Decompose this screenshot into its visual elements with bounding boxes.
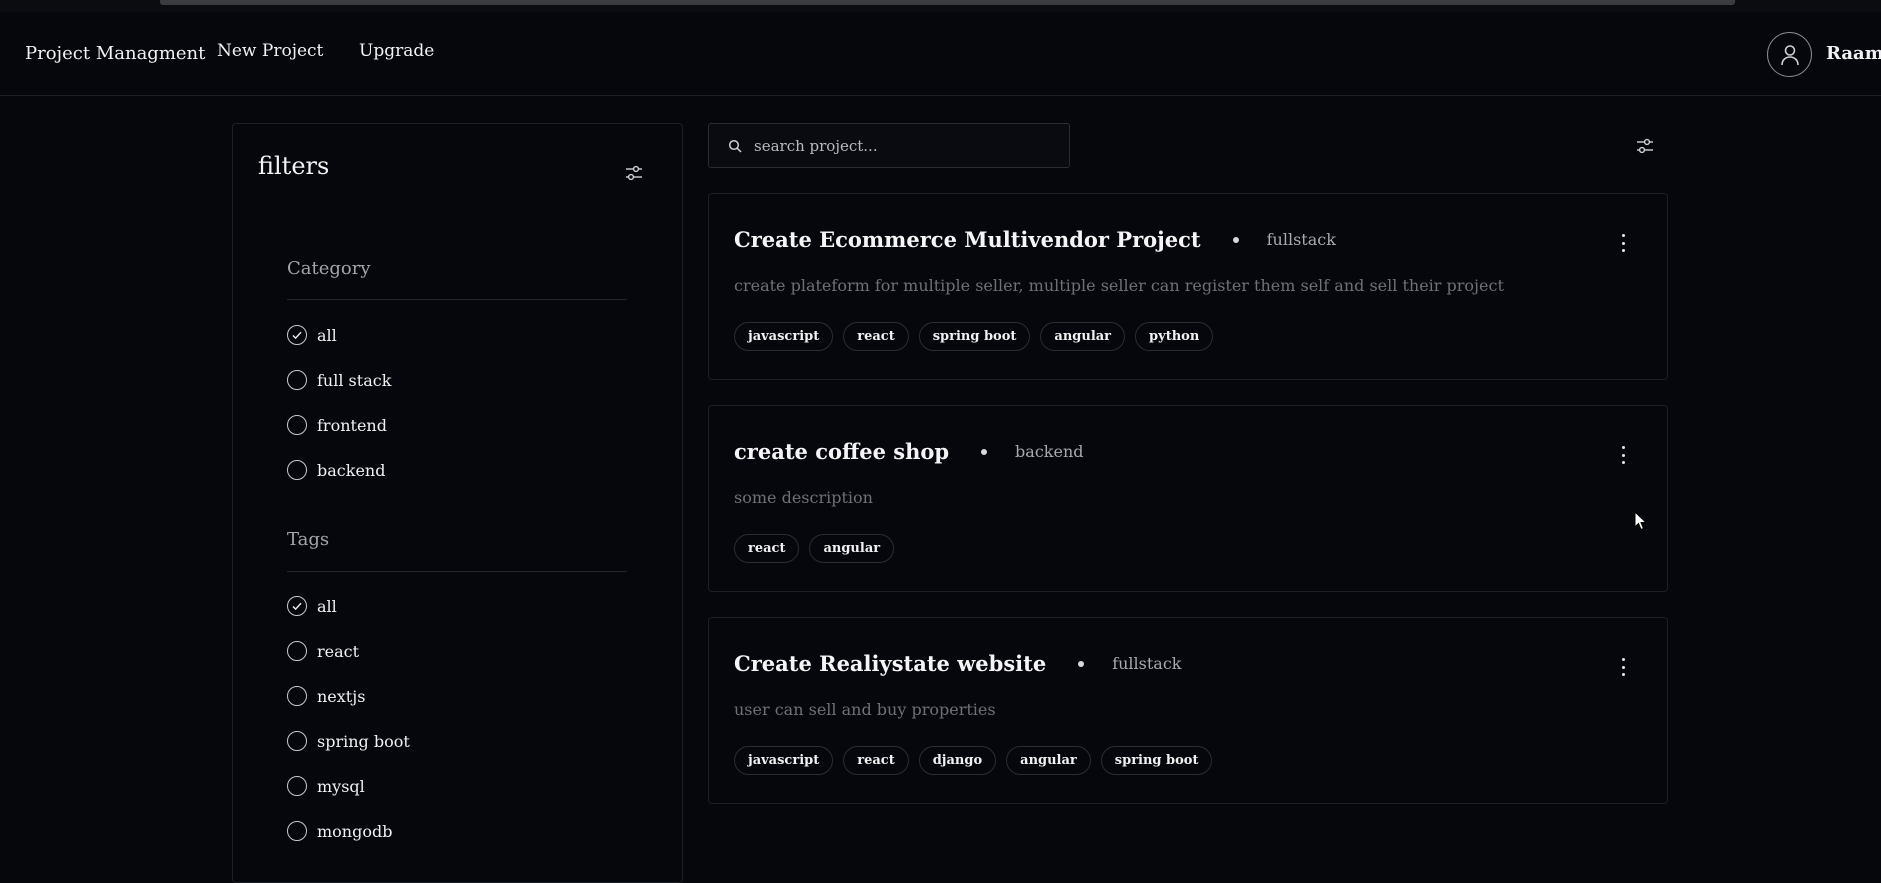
radio-unchecked-icon[interactable] [287, 731, 307, 751]
category-label: Category [287, 258, 371, 279]
option-label: mysql [317, 776, 365, 796]
user-icon [1780, 44, 1799, 65]
project-card[interactable]: Create Ecommerce Multivendor Project ful… [708, 193, 1668, 380]
project-tags: javascript react spring boot angular pyt… [734, 322, 1214, 351]
category-divider [287, 299, 627, 300]
tag-chip[interactable]: django [918, 746, 997, 775]
project-description: user can sell and buy properties [734, 700, 996, 719]
mouse-cursor-icon [1634, 511, 1648, 531]
radio-unchecked-icon[interactable] [287, 415, 307, 435]
tags-label: Tags [287, 529, 330, 550]
window-scroll-strip [160, 0, 1735, 5]
project-card-header: Create Ecommerce Multivendor Project ful… [734, 227, 1336, 252]
option-label: full stack [317, 370, 392, 390]
radio-unchecked-icon[interactable] [287, 776, 307, 796]
separator-dot [1232, 236, 1239, 243]
radio-unchecked-icon[interactable] [287, 641, 307, 661]
avatar[interactable] [1767, 32, 1812, 77]
option-label: mongodb [317, 821, 393, 841]
project-category: backend [1015, 442, 1084, 461]
tag-chip[interactable]: angular [1006, 746, 1091, 775]
project-title[interactable]: create coffee shop [734, 439, 949, 464]
tag-chip[interactable]: javascript [734, 746, 834, 775]
more-options-icon[interactable] [1616, 444, 1630, 466]
radio-unchecked-icon[interactable] [287, 460, 307, 480]
option-label: frontend [317, 415, 387, 435]
project-category: fullstack [1266, 230, 1336, 249]
tag-option-mysql[interactable]: mysql [287, 774, 365, 798]
tags-divider [287, 571, 627, 572]
tag-chip[interactable]: angular [809, 534, 895, 563]
project-card[interactable]: Create Realiystate website fullstack use… [708, 617, 1668, 804]
project-title[interactable]: Create Realiystate website [734, 651, 1046, 676]
sliders-icon[interactable] [1635, 136, 1655, 156]
brand-link[interactable]: Project Managment [25, 12, 205, 96]
category-option-full-stack[interactable]: full stack [287, 368, 391, 392]
more-options-icon[interactable] [1616, 656, 1630, 678]
tag-chip[interactable]: spring boot [918, 322, 1031, 351]
tag-chip[interactable]: spring boot [1100, 746, 1213, 775]
project-card-header: create coffee shop backend [734, 439, 1084, 464]
option-label: backend [317, 460, 386, 480]
upgrade-link[interactable]: Upgrade [359, 9, 434, 93]
tag-chip[interactable]: python [1135, 322, 1214, 351]
option-label: all [317, 325, 337, 345]
username[interactable]: Raam [1826, 12, 1881, 96]
project-description: create plateform for multiple seller, mu… [734, 276, 1504, 295]
tag-option-react[interactable]: react [287, 639, 359, 663]
separator-dot [981, 448, 988, 455]
project-title[interactable]: Create Ecommerce Multivendor Project [734, 227, 1201, 252]
tag-chip[interactable]: angular [1040, 322, 1126, 351]
tag-option-all[interactable]: all [287, 594, 337, 618]
search-input[interactable] [752, 135, 1052, 156]
project-card-header: Create Realiystate website fullstack [734, 651, 1181, 676]
category-option-frontend[interactable]: frontend [287, 413, 387, 437]
radio-checked-icon[interactable] [287, 596, 307, 616]
option-label: nextjs [317, 686, 366, 706]
more-options-icon[interactable] [1616, 232, 1630, 254]
project-card[interactable]: create coffee shop backend some descript… [708, 405, 1668, 592]
category-option-all[interactable]: all [287, 323, 337, 347]
option-label: all [317, 596, 337, 616]
category-option-backend[interactable]: backend [287, 458, 385, 482]
separator-dot [1078, 660, 1085, 667]
search-icon [728, 139, 742, 153]
search-box[interactable] [708, 123, 1070, 168]
filters-title: filters [258, 152, 330, 180]
tag-option-spring-boot[interactable]: spring boot [287, 729, 410, 753]
sliders-icon[interactable] [624, 163, 644, 183]
project-description: some description [734, 488, 873, 507]
tag-chip[interactable]: javascript [734, 322, 834, 351]
radio-unchecked-icon[interactable] [287, 686, 307, 706]
radio-unchecked-icon[interactable] [287, 821, 307, 841]
tag-chip[interactable]: react [843, 746, 909, 775]
option-label: react [317, 641, 360, 661]
project-tags: react angular [734, 534, 895, 563]
tag-option-nextjs[interactable]: nextjs [287, 684, 365, 708]
tag-chip[interactable]: react [734, 534, 800, 563]
radio-checked-icon[interactable] [287, 325, 307, 345]
new-project-link[interactable]: New Project [217, 9, 323, 93]
top-navbar: Project Managment New Project Upgrade Ra… [0, 12, 1881, 96]
project-category: fullstack [1112, 654, 1182, 673]
project-tags: javascript react django angular spring b… [734, 746, 1213, 775]
tag-chip[interactable]: react [843, 322, 909, 351]
tag-option-mongodb[interactable]: mongodb [287, 819, 392, 843]
option-label: spring boot [317, 731, 410, 751]
filters-sidebar: filters Category all full stack frontend… [232, 123, 683, 883]
radio-unchecked-icon[interactable] [287, 370, 307, 390]
